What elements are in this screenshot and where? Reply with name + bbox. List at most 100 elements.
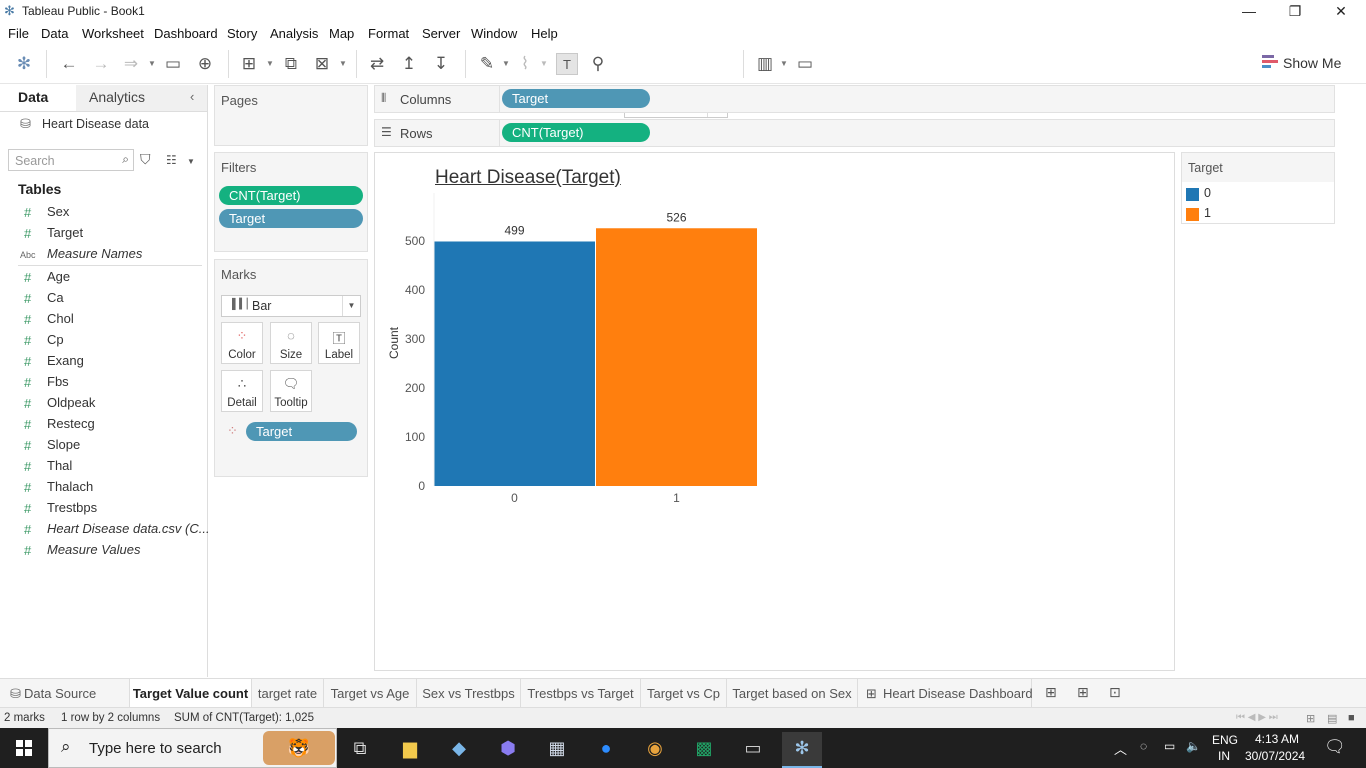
new-data-source-icon[interactable]: ⊕ — [194, 53, 216, 75]
close-button[interactable]: ✕ — [1318, 0, 1364, 24]
network-icon[interactable]: ◌ — [1140, 739, 1147, 753]
menu-worksheet[interactable]: Worksheet — [82, 26, 144, 41]
redo-icon[interactable]: → — [90, 53, 112, 75]
menu-format[interactable]: Format — [368, 26, 409, 41]
show-tabs-icon[interactable]: ■ — [1348, 712, 1355, 724]
field-ca[interactable]: # Ca — [0, 288, 207, 309]
sheet-tab-trestbps-vs-target[interactable]: Trestbps vs Target — [521, 679, 641, 707]
field-fbs[interactable]: # Fbs — [0, 372, 207, 393]
duplicate-sheet-icon[interactable]: ⧉ — [280, 53, 302, 75]
bar-0[interactable] — [434, 241, 595, 486]
tab-data[interactable]: Data — [18, 89, 48, 105]
rows-pill-cnt-target[interactable]: CNT(Target) — [502, 123, 650, 142]
mark-type-select[interactable]: ▌▍▏ Bar ▼ — [221, 295, 361, 317]
new-worksheet-icon[interactable]: ⊞ — [1045, 684, 1057, 701]
notifications-icon[interactable]: 🗨 — [1324, 737, 1346, 757]
fix-axes-pin-icon[interactable]: ⚲ — [587, 53, 609, 75]
menu-map[interactable]: Map — [329, 26, 354, 41]
field-sex[interactable]: # Sex — [0, 202, 207, 223]
field-cp[interactable]: # Cp — [0, 330, 207, 351]
field-record-count[interactable]: # Heart Disease data.csv (C... — [0, 519, 210, 540]
group-members-icon[interactable]: ⌇ — [514, 53, 536, 75]
language-indicator[interactable]: ENG — [1212, 733, 1238, 747]
menu-file[interactable]: File — [8, 26, 29, 41]
collapse-pane-icon[interactable]: ‹ — [190, 89, 194, 104]
show-cards-icon[interactable]: ▥ — [754, 53, 776, 75]
view-options-icon[interactable]: ☷ — [166, 153, 177, 167]
new-dashboard-icon[interactable]: ⊞ — [1077, 684, 1089, 701]
sheet-tab-sex-vs-trestbps[interactable]: Sex vs Trestbps — [417, 679, 521, 707]
field-target[interactable]: # Target — [0, 223, 207, 244]
legend-item-1[interactable]: 1 — [1186, 205, 1326, 223]
new-worksheet-icon[interactable]: ⊞ — [238, 53, 260, 75]
filter-pill-cnt-target[interactable]: CNT(Target) — [219, 186, 363, 205]
field-measure-names[interactable]: Abc Measure Names — [0, 244, 207, 265]
field-slope[interactable]: # Slope — [0, 435, 207, 456]
color-legend[interactable]: Target 0 1 — [1181, 152, 1335, 224]
tab-analytics[interactable]: Analytics — [89, 89, 145, 105]
sort-descending-icon[interactable]: ↧ — [430, 53, 452, 75]
sheet-tab-target-vs-cp[interactable]: Target vs Cp — [641, 679, 727, 707]
clock-time[interactable]: 4:13 AM — [1255, 732, 1299, 746]
battery-icon[interactable]: ▭ — [1164, 739, 1175, 753]
replay-dropdown-icon[interactable]: ▼ — [148, 59, 156, 68]
menu-story[interactable]: Story — [227, 26, 257, 41]
taskbar-search-input[interactable]: ⌕ Type here to search 🐯 — [48, 728, 337, 768]
terminal-icon[interactable]: ▭ — [733, 732, 773, 764]
task-view-icon[interactable]: ⧉ — [340, 732, 380, 764]
file-explorer-icon[interactable]: ▆ — [390, 732, 430, 764]
color-button[interactable]: ⁘ Color — [221, 322, 263, 364]
excel-icon[interactable]: ▩ — [684, 732, 724, 764]
windows-start-icon[interactable] — [0, 728, 48, 768]
chrome-icon[interactable]: ◉ — [635, 732, 675, 764]
sheet-tab-target-vs-age[interactable]: Target vs Age — [324, 679, 417, 707]
field-exang[interactable]: # Exang — [0, 351, 207, 372]
bar-chart[interactable]: Count 0 100 200 300 400 500 499 0 526 1 — [375, 153, 1174, 670]
zoom-icon[interactable]: ● — [586, 732, 626, 764]
field-trestbps[interactable]: # Trestbps — [0, 498, 207, 519]
presentation-mode-icon[interactable]: ▭ — [794, 53, 816, 75]
bar-1[interactable] — [596, 228, 757, 486]
show-cards-dropdown-icon[interactable]: ▼ — [780, 59, 788, 68]
columns-shelf[interactable]: ⦀ Columns Target — [374, 85, 1335, 113]
show-sheet-sorter-icon[interactable]: ⊞ — [1306, 712, 1315, 725]
marks-color-pill-target[interactable]: Target — [246, 422, 357, 441]
show-mark-labels-icon[interactable]: T — [556, 53, 578, 75]
highlight-dropdown-icon[interactable]: ▼ — [502, 59, 510, 68]
swap-rows-columns-icon[interactable]: ⇄ — [366, 53, 388, 75]
menu-analysis[interactable]: Analysis — [270, 26, 318, 41]
pages-card[interactable]: Pages — [214, 85, 368, 146]
restore-button[interactable]: ❐ — [1272, 0, 1318, 24]
calculator-icon[interactable]: ▦ — [537, 732, 577, 764]
undo-icon[interactable]: ← — [58, 53, 80, 75]
menu-window[interactable]: Window — [471, 26, 517, 41]
rows-shelf[interactable]: ☰ Rows CNT(Target) — [374, 119, 1335, 147]
legend-item-0[interactable]: 0 — [1186, 185, 1326, 203]
save-icon[interactable]: ▭ — [162, 53, 184, 75]
field-age[interactable]: # Age — [0, 267, 207, 288]
menu-help[interactable]: Help — [531, 26, 558, 41]
search-input[interactable]: Search ⌕ — [8, 149, 134, 171]
field-thalach[interactable]: # Thalach — [0, 477, 207, 498]
field-measure-values[interactable]: # Measure Values — [0, 540, 207, 561]
field-thal[interactable]: # Thal — [0, 456, 207, 477]
copilot-icon[interactable]: ⬢ — [488, 732, 528, 764]
tab-data-source[interactable]: ⛁ Data Source — [0, 679, 130, 707]
notes-app-icon[interactable]: ◆ — [439, 732, 479, 764]
menu-dashboard[interactable]: Dashboard — [154, 26, 218, 41]
label-button[interactable]: 🅃 Label — [318, 322, 360, 364]
replay-icon[interactable]: ⇒ — [120, 53, 142, 75]
view-options-dropdown-icon[interactable]: ▼ — [187, 157, 195, 166]
menu-data[interactable]: Data — [41, 26, 68, 41]
sheet-tab-target-rate[interactable]: target rate — [252, 679, 324, 707]
data-source-name[interactable]: Heart Disease data — [42, 117, 149, 131]
sheet-tab-target-based-on-sex[interactable]: Target based on Sex — [727, 679, 858, 707]
menu-server[interactable]: Server — [422, 26, 460, 41]
new-worksheet-dropdown-icon[interactable]: ▼ — [266, 59, 274, 68]
tooltip-button[interactable]: 🗨 Tooltip — [270, 370, 312, 412]
dashboard-tab-heart-disease[interactable]: ⊞ Heart Disease Dashboard — [858, 679, 1033, 707]
worksheet-view[interactable]: Heart Disease(Target) Count 0 100 200 300 400… — [374, 152, 1175, 671]
new-story-icon[interactable]: ⊡ — [1109, 684, 1121, 701]
tableau-taskbar-icon[interactable]: ✻ — [782, 732, 822, 768]
show-filmstrip-icon[interactable]: ▤ — [1327, 712, 1337, 725]
